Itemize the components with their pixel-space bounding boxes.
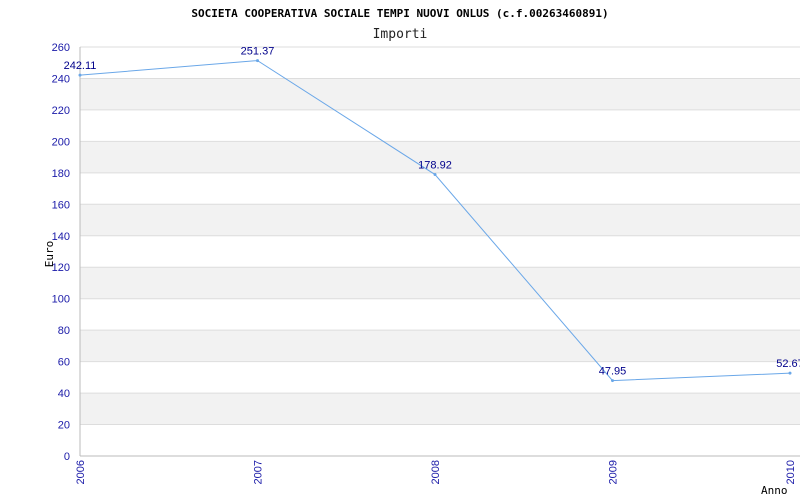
x-tick-labels: 2006 2007 2008 2009 2010: [75, 460, 797, 484]
y-tick-label: 220: [52, 105, 70, 117]
y-tick-label: 180: [52, 168, 70, 180]
y-tick-label: 40: [58, 388, 70, 400]
grid-band: [80, 267, 800, 299]
data-point: [788, 371, 792, 375]
data-point: [433, 173, 437, 177]
data-label: 251.37: [241, 46, 275, 58]
grid-bands: [80, 78, 800, 425]
grid-band: [80, 78, 800, 110]
y-tick-label: 60: [58, 357, 70, 369]
x-tick-label: 2010: [785, 460, 797, 484]
chart-title: SOCIETA COOPERATIVA SOCIALE TEMPI NUOVI …: [191, 7, 608, 20]
y-tick-label: 100: [52, 294, 70, 306]
x-axis-label: Anno: [761, 484, 788, 497]
x-tick-label: 2006: [75, 460, 87, 484]
x-tick-label: 2007: [253, 460, 265, 484]
data-point: [611, 379, 614, 383]
grid-band: [80, 204, 800, 236]
y-tick-label: 20: [58, 420, 70, 432]
x-tick-label: 2009: [608, 460, 620, 484]
data-point: [256, 59, 259, 63]
y-tick-label: 80: [58, 325, 70, 337]
grid-band: [80, 330, 800, 362]
y-tick-label: 240: [52, 73, 70, 85]
data-point: [78, 73, 82, 77]
data-label: 52.67: [776, 358, 800, 370]
line-chart: 020406080100120140160180200220240260 200…: [43, 7, 800, 497]
grid-band: [80, 393, 800, 425]
y-axis-label: Euro: [43, 241, 56, 268]
chart-subtitle: Importi: [373, 27, 428, 42]
y-tick-label: 160: [52, 199, 70, 211]
x-tick-label: 2008: [430, 460, 442, 484]
data-label: 178.92: [418, 160, 452, 172]
data-label: 242.11: [64, 60, 97, 72]
y-tick-label: 260: [52, 42, 70, 54]
y-tick-label: 0: [64, 451, 70, 463]
y-tick-label: 200: [52, 136, 70, 148]
data-label: 47.95: [599, 366, 627, 378]
